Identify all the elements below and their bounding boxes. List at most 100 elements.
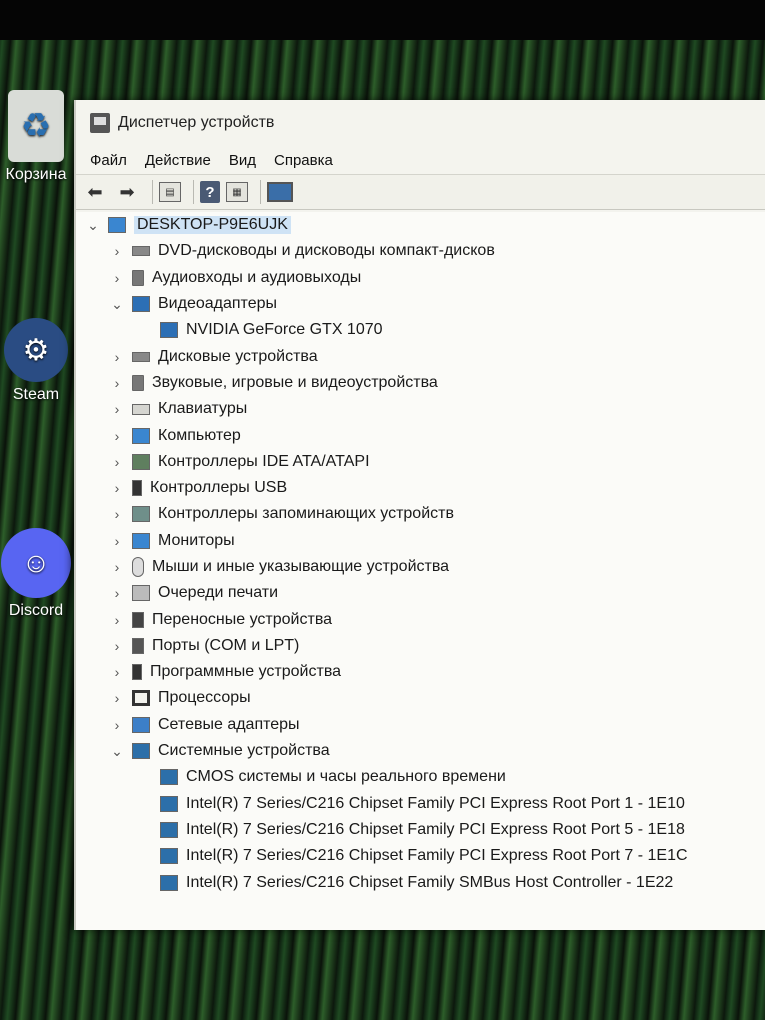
tree-item-label: Очереди печати: [158, 584, 279, 602]
tree-item-pcie-port-5[interactable]: Intel(R) 7 Series/C216 Chipset Family PC…: [76, 817, 765, 843]
tree-item-label: Порты (COM и LPT): [152, 636, 300, 654]
tree-item-network[interactable]: › Сетевые адаптеры: [76, 712, 765, 738]
system-device-icon: [160, 848, 178, 865]
display-adapter-icon: [160, 322, 178, 339]
system-device-icon: [160, 874, 178, 891]
chevron-right-icon[interactable]: ›: [108, 270, 126, 286]
monitor-icon: [132, 532, 150, 549]
tree-item-audio-io[interactable]: › Аудиовходы и аудиовыходы: [76, 265, 765, 291]
tree-item-print-queues[interactable]: › Очереди печати: [76, 580, 765, 606]
chevron-right-icon[interactable]: ›: [108, 506, 126, 522]
tree-item-label: Intel(R) 7 Series/C216 Chipset Family SM…: [186, 873, 674, 891]
desktop-icon-steam[interactable]: ⚙ Steam: [0, 318, 72, 404]
tree-item-label: DVD-дисководы и дисководы компакт-дисков: [158, 242, 495, 260]
dvd-drive-icon: [132, 246, 150, 257]
software-device-icon: [132, 664, 142, 681]
chevron-right-icon[interactable]: ›: [108, 428, 126, 444]
tree-item-software[interactable]: › Программные устройства: [76, 659, 765, 685]
toolbar: ⬅ ➡ ▤ ? ▦: [76, 174, 765, 210]
menu-action[interactable]: Действие: [145, 152, 211, 169]
tree-item-cmos[interactable]: CMOS системы и часы реального времени: [76, 764, 765, 790]
disk-drive-icon: [132, 351, 150, 362]
menu-view[interactable]: Вид: [229, 152, 256, 169]
tree-item-portable[interactable]: › Переносные устройства: [76, 606, 765, 632]
menu-bar: Файл Действие Вид Справка: [76, 146, 765, 174]
chevron-right-icon[interactable]: ›: [108, 612, 126, 628]
tree-item-ide[interactable]: › Контроллеры IDE ATA/ATAPI: [76, 449, 765, 475]
tree-item-system-devices[interactable]: ⌄ Системные устройства: [76, 738, 765, 764]
tree-item-label: Контроллеры USB: [150, 479, 288, 497]
tree-item-label: CMOS системы и часы реального времени: [186, 768, 506, 786]
tree-item-label: Клавиатуры: [158, 400, 248, 418]
desktop-icon-discord[interactable]: ☺ Discord: [0, 528, 72, 620]
scan-hardware-icon[interactable]: [267, 182, 293, 202]
desktop-icon-recycle-bin[interactable]: ♻ Корзина: [0, 90, 72, 184]
desktop-icon-label: Discord: [8, 602, 64, 619]
chevron-right-icon[interactable]: ›: [108, 690, 126, 706]
recycle-bin-icon: ♻: [8, 90, 64, 162]
chevron-right-icon[interactable]: ›: [108, 375, 126, 391]
tree-item-label: Программные устройства: [150, 663, 342, 681]
back-arrow-icon[interactable]: ⬅: [82, 179, 108, 205]
chevron-right-icon[interactable]: ›: [108, 401, 126, 417]
chevron-right-icon[interactable]: ›: [108, 454, 126, 470]
speaker-icon: [132, 269, 144, 286]
tree-item-gpu[interactable]: NVIDIA GeForce GTX 1070: [76, 317, 765, 343]
window-titlebar[interactable]: Диспетчер устройств: [76, 100, 765, 146]
tree-item-label: Аудиовходы и аудиовыходы: [152, 268, 362, 286]
device-manager-icon: [90, 113, 110, 133]
tree-item-label: Мониторы: [158, 531, 235, 549]
help-icon[interactable]: ?: [200, 181, 220, 203]
forward-arrow-icon[interactable]: ➡: [114, 179, 140, 205]
properties-icon[interactable]: ▦: [226, 182, 248, 202]
chevron-down-icon[interactable]: ⌄: [108, 296, 126, 313]
display-adapter-icon: [132, 296, 150, 313]
chevron-down-icon[interactable]: ⌄: [84, 217, 102, 234]
system-device-icon: [160, 795, 178, 812]
tree-item-storage[interactable]: › Контроллеры запоминающих устройств: [76, 501, 765, 527]
tree-item-mice[interactable]: › Мыши и иные указывающие устройства: [76, 554, 765, 580]
tree-item-smbus[interactable]: Intel(R) 7 Series/C216 Chipset Family SM…: [76, 869, 765, 895]
menu-file[interactable]: Файл: [90, 152, 127, 169]
tree-item-computer[interactable]: › Компьютер: [76, 422, 765, 448]
tree-item-pcie-port-1[interactable]: Intel(R) 7 Series/C216 Chipset Family PC…: [76, 791, 765, 817]
menu-help[interactable]: Справка: [274, 152, 333, 169]
device-tree: ⌄ DESKTOP-P9E6UJK › DVD-дисководы и диск…: [76, 212, 765, 930]
chevron-right-icon[interactable]: ›: [108, 349, 126, 365]
portable-device-icon: [132, 611, 144, 628]
chevron-right-icon[interactable]: ›: [108, 585, 126, 601]
chevron-right-icon[interactable]: ›: [108, 533, 126, 549]
tree-item-label: Переносные устройства: [152, 610, 333, 628]
tree-item-dvd[interactable]: › DVD-дисководы и дисководы компакт-диск…: [76, 238, 765, 264]
tree-item-pcie-port-7[interactable]: Intel(R) 7 Series/C216 Chipset Family PC…: [76, 843, 765, 869]
tree-root-label: DESKTOP-P9E6UJK: [134, 216, 291, 235]
tree-item-sound[interactable]: › Звуковые, игровые и видеоустройства: [76, 370, 765, 396]
chevron-right-icon[interactable]: ›: [108, 717, 126, 733]
chevron-right-icon[interactable]: ›: [108, 559, 126, 575]
tree-item-keyboards[interactable]: › Клавиатуры: [76, 396, 765, 422]
chevron-right-icon[interactable]: ›: [108, 480, 126, 496]
mouse-icon: [132, 557, 144, 577]
chevron-right-icon[interactable]: ›: [108, 638, 126, 654]
chevron-right-icon[interactable]: ›: [108, 664, 126, 680]
chevron-down-icon[interactable]: ⌄: [108, 743, 126, 760]
tree-root[interactable]: ⌄ DESKTOP-P9E6UJK: [76, 212, 765, 238]
toolbar-separator: [193, 180, 194, 204]
show-hide-console-tree-icon[interactable]: ▤: [159, 182, 181, 202]
ide-controller-icon: [132, 453, 150, 470]
tree-item-ports[interactable]: › Порты (COM и LPT): [76, 633, 765, 659]
processor-icon: [132, 690, 150, 707]
tree-item-label: Мыши и иные указывающие устройства: [152, 558, 450, 575]
tree-item-label: Сетевые адаптеры: [158, 715, 300, 733]
chevron-right-icon[interactable]: ›: [108, 243, 126, 259]
tree-item-disk-drives[interactable]: › Дисковые устройства: [76, 343, 765, 369]
tree-item-label: Видеоадаптеры: [158, 295, 277, 313]
tree-item-display-adapters[interactable]: ⌄ Видеоадаптеры: [76, 291, 765, 317]
system-device-icon: [132, 743, 150, 760]
toolbar-separator: [152, 180, 153, 204]
tree-item-usb[interactable]: › Контроллеры USB: [76, 475, 765, 501]
tree-item-processors[interactable]: › Процессоры: [76, 685, 765, 711]
desktop-icon-label: Steam: [12, 386, 60, 403]
network-adapter-icon: [132, 716, 150, 733]
tree-item-monitors[interactable]: › Мониторы: [76, 528, 765, 554]
